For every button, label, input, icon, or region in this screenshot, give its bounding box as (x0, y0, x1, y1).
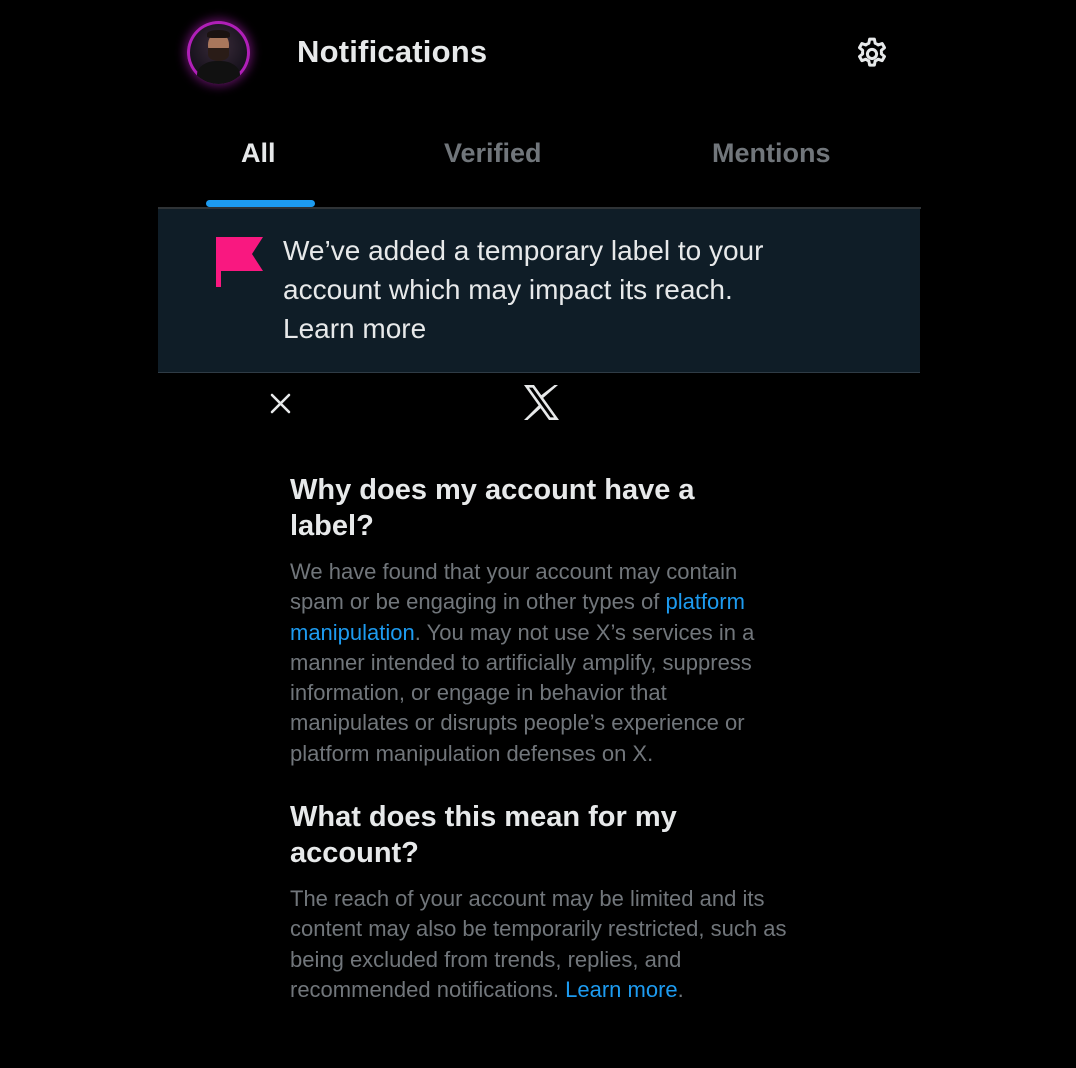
paragraph-text: . (677, 976, 684, 1002)
heading-line: label? (290, 510, 374, 542)
x-logo-icon (523, 385, 560, 420)
gear-icon[interactable] (853, 35, 891, 73)
banner-line-1: We’ve added a temporary label to your (283, 235, 764, 266)
heading-line: What does this mean for my (290, 801, 677, 834)
section-heading-why-label: Why does my account have a label? (290, 472, 790, 544)
user-avatar[interactable] (187, 21, 250, 84)
tab-all[interactable]: All (241, 138, 276, 169)
active-tab-indicator (206, 200, 315, 207)
close-icon[interactable] (268, 391, 293, 416)
learn-more-link[interactable]: Learn more (565, 977, 678, 1002)
paragraph-text: The reach of your account may be limited… (290, 886, 787, 1002)
section-text-why-label: We have found that your account may cont… (290, 557, 790, 769)
avatar-hair (207, 30, 230, 38)
section-heading-what-it-means: What does this mean for my account? (290, 799, 790, 871)
section-text-what-it-means: The reach of your account may be limited… (290, 884, 790, 1005)
heading-line: account? (290, 837, 419, 870)
label-info-content: Why does my account have a label? We hav… (290, 472, 790, 1005)
banner-message: We’ve added a temporary label to your ac… (283, 231, 843, 348)
tab-mentions[interactable]: Mentions (712, 138, 831, 169)
notification-tabs: All Verified Mentions (158, 128, 921, 208)
app-header: Notifications (0, 0, 1076, 110)
heading-line: Why does my account have a (290, 474, 695, 506)
avatar-beard (208, 48, 229, 61)
avatar-body (197, 61, 240, 84)
page-title: Notifications (297, 34, 488, 69)
tab-verified[interactable]: Verified (444, 138, 542, 169)
flag-icon (216, 237, 264, 287)
account-label-banner[interactable]: We’ve added a temporary label to your ac… (158, 209, 920, 373)
banner-line-2: account which may impact its reach. (283, 274, 733, 305)
banner-learn-more-link[interactable]: Learn more (283, 309, 843, 348)
